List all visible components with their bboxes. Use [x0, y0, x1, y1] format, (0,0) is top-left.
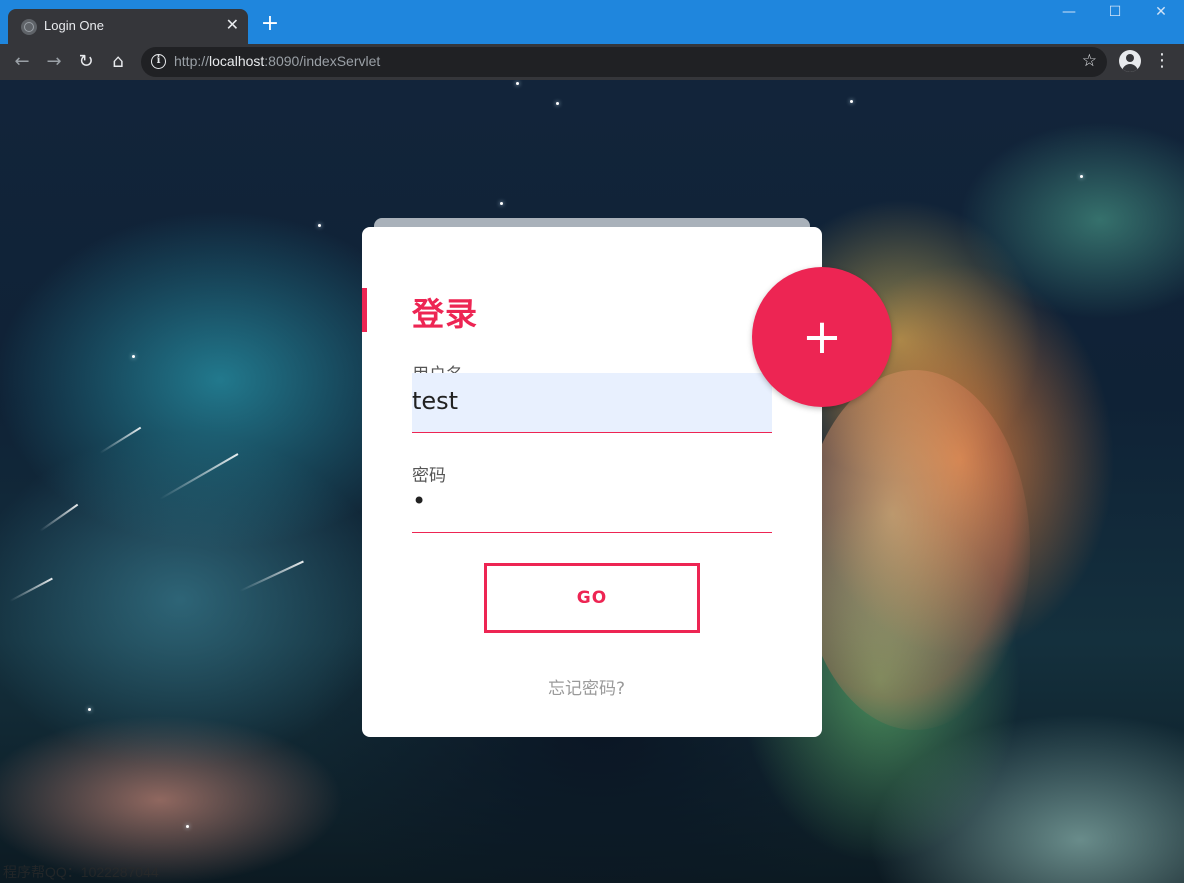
- site-info-icon[interactable]: i: [151, 54, 166, 69]
- url-text: http://localhost:8090/indexServlet: [174, 53, 380, 69]
- password-value: •: [412, 487, 427, 515]
- go-button[interactable]: GO: [484, 563, 700, 633]
- star: [850, 100, 853, 103]
- url-path: :8090/indexServlet: [264, 53, 381, 69]
- title-accent-bar: [362, 288, 367, 332]
- close-window-icon[interactable]: ✕: [1138, 4, 1184, 20]
- minimize-window-icon[interactable]: —: [1046, 4, 1092, 20]
- star: [88, 708, 91, 711]
- star: [556, 102, 559, 105]
- url-scheme: http://: [174, 53, 210, 69]
- meteor: [99, 426, 142, 454]
- reload-icon[interactable]: ↻: [74, 50, 98, 74]
- password-field[interactable]: •: [412, 473, 772, 533]
- new-tab-button[interactable]: +: [258, 12, 282, 36]
- star: [516, 82, 519, 85]
- home-icon[interactable]: ⌂: [106, 50, 130, 74]
- meteor: [9, 577, 53, 602]
- meteor: [39, 503, 79, 532]
- browser-menu-icon[interactable]: ⋮: [1152, 52, 1172, 70]
- star: [318, 224, 321, 227]
- forward-arrow-icon[interactable]: →: [42, 50, 66, 74]
- star: [1080, 175, 1083, 178]
- maximize-window-icon[interactable]: ☐: [1092, 4, 1138, 20]
- forgot-password-link[interactable]: 忘记密码?: [548, 674, 625, 699]
- username-field[interactable]: test: [412, 373, 772, 433]
- tab-title: Login One: [44, 18, 104, 33]
- meteor: [239, 560, 304, 592]
- watermark-text: 程序帮QQ：1022287044: [3, 864, 159, 880]
- close-tab-icon[interactable]: ✕: [226, 15, 239, 34]
- star: [500, 202, 503, 205]
- address-bar[interactable]: i http://localhost:8090/indexServlet ☆: [141, 47, 1107, 77]
- login-title: 登录: [412, 295, 479, 333]
- planet-glow: [800, 370, 1030, 730]
- username-value: test: [412, 387, 459, 415]
- add-register-button[interactable]: +: [752, 267, 892, 407]
- browser-titlebar: Login One ✕ + — ☐ ✕: [0, 0, 1184, 44]
- star: [186, 825, 189, 828]
- globe-icon: [21, 19, 37, 35]
- profile-avatar-icon[interactable]: [1119, 50, 1141, 72]
- browser-toolbar: ← → ↻ ⌂ i http://localhost:8090/indexSer…: [0, 44, 1184, 80]
- browser-tab[interactable]: Login One ✕: [8, 9, 248, 44]
- back-arrow-icon[interactable]: ←: [10, 50, 34, 74]
- star: [132, 355, 135, 358]
- url-host: localhost: [209, 53, 265, 69]
- bookmark-star-icon[interactable]: ☆: [1082, 51, 1097, 71]
- meteor: [159, 453, 239, 500]
